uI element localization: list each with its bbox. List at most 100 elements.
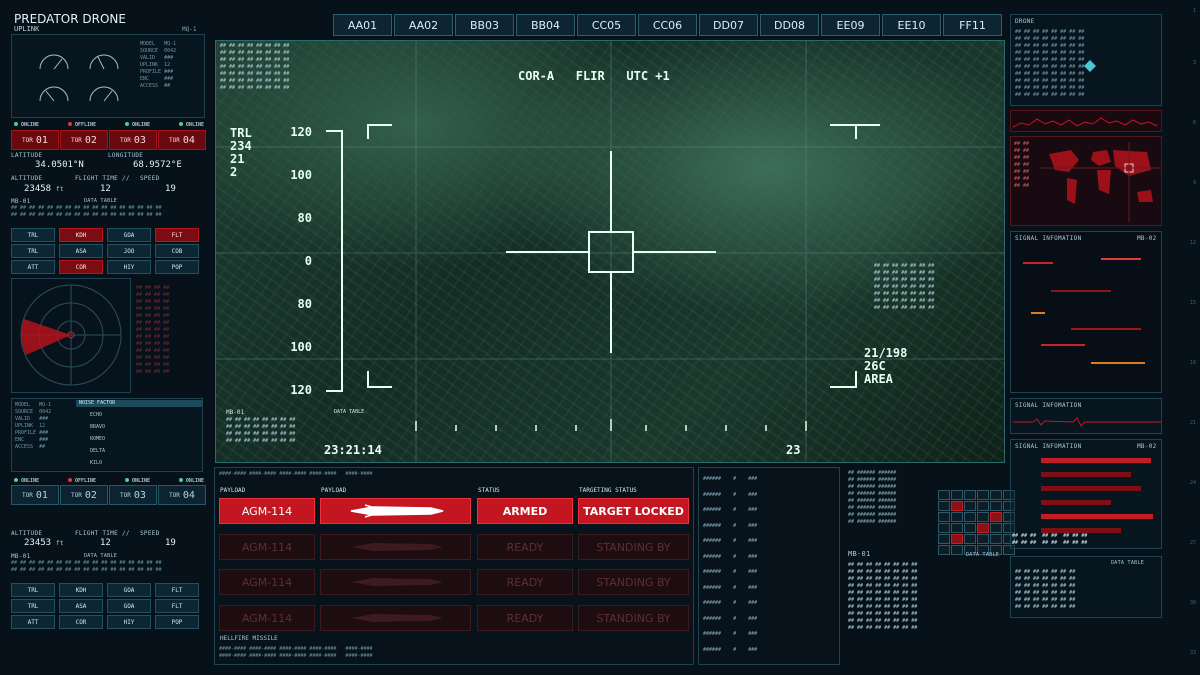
altitude-unit-2: ft — [56, 540, 64, 547]
targeting-standby-3[interactable]: STANDING BY — [578, 569, 689, 595]
status-ready-3[interactable]: READY — [477, 569, 573, 595]
code2-trl-1[interactable]: TRL — [11, 583, 55, 597]
mb-label: MB-01 — [11, 198, 31, 205]
missile-icon — [350, 614, 443, 622]
area-readout: 21/198 26C AREA — [864, 346, 908, 386]
right-code-row: ## ## ## ## ## ## ## ## ## ## ## ## ## #… — [1012, 533, 1088, 546]
tab-dd08[interactable]: DD08 — [760, 14, 819, 36]
radar-icon — [20, 284, 122, 386]
tor-03-button[interactable]: TOR 03 — [109, 130, 157, 150]
world-map-panel[interactable]: ## ## ## ## ## ## ## ## ## ## ## ## ## #… — [1010, 136, 1162, 226]
data-table-label: DATA TABLE — [84, 198, 118, 204]
code2-trl-2[interactable]: TRL — [11, 599, 55, 613]
tor-02-button-2[interactable]: TOR 02 — [60, 485, 108, 505]
tab-bb03[interactable]: BB03 — [455, 14, 514, 36]
signal-wave-icon — [1013, 417, 1161, 427]
tor-status-row: ONLINE OFFLINE ONLINE ONLINE — [14, 122, 204, 130]
tor-01-button[interactable]: TOR 01 — [11, 130, 59, 150]
tab-cc06[interactable]: CC06 — [638, 14, 697, 36]
code2-kdh[interactable]: KDH — [59, 583, 103, 597]
targeting-locked[interactable]: TARGET LOCKED — [578, 498, 689, 524]
payload-panel: ####-#### ####-#### ####-#### ####-#### … — [214, 467, 694, 665]
tor-04-button[interactable]: TOR 04 — [158, 130, 206, 150]
signal-info-label-3: SIGNAL INFOMATION — [1015, 443, 1082, 450]
payload-name-2[interactable]: AGM-114 — [219, 534, 315, 560]
payload-name-1[interactable]: AGM-114 — [219, 498, 315, 524]
signal-bar — [1023, 262, 1053, 264]
code-pop[interactable]: POP — [155, 260, 199, 274]
signal-bar — [1071, 328, 1141, 330]
left-data-table: ## ## ## ## ## ## ## ## ## ## ## ## ## #… — [11, 205, 162, 218]
tab-ee10[interactable]: EE10 — [882, 14, 941, 36]
video-mb-label: MB-01 — [226, 409, 245, 416]
tab-aa01[interactable]: AA01 — [333, 14, 392, 36]
tor-04-button-2[interactable]: TOR 04 — [158, 485, 206, 505]
code-goa[interactable]: GOA — [107, 228, 151, 242]
list-item[interactable]: DELTA — [76, 445, 136, 457]
altitude-label: ALTITUDE — [11, 175, 43, 182]
code-cor[interactable]: COR — [59, 260, 103, 274]
tab-cc05[interactable]: CC05 — [577, 14, 636, 36]
code-asa[interactable]: ASA — [59, 244, 103, 258]
targeting-standby-2[interactable]: STANDING BY — [578, 534, 689, 560]
code-joo[interactable]: JOO — [107, 244, 151, 258]
grid-side-table: ## ###### ###### ## ###### ###### ## ###… — [848, 470, 897, 525]
noise-list: ECHO BRAVO ROMEO DELTA KILO — [76, 409, 136, 469]
edge-ruler: 1 3 6 9 12 15 18 21 24 27 30 33 — [1189, 8, 1196, 656]
tab-ff11[interactable]: FF11 — [943, 14, 1002, 36]
code-att[interactable]: ATT — [11, 260, 55, 274]
code-trl-1[interactable]: TRL — [11, 228, 55, 242]
code2-flt-2[interactable]: FLT — [155, 599, 199, 613]
tab-ee09[interactable]: EE09 — [821, 14, 880, 36]
right-data-table-label: DATA TABLE — [1111, 560, 1145, 566]
latitude-label: LATITUDE — [11, 152, 43, 159]
code2-flt[interactable]: FLT — [155, 583, 199, 597]
payload-name-4[interactable]: AGM-114 — [219, 605, 315, 631]
list-item[interactable]: ROMEO — [76, 433, 136, 445]
tor-02-button[interactable]: TOR 02 — [60, 130, 108, 150]
targeting-standby-4[interactable]: STANDING BY — [578, 605, 689, 631]
waveform-panel — [1010, 110, 1162, 132]
list-item[interactable]: BRAVO — [76, 421, 136, 433]
flir-video-feed[interactable]: COR-A FLIR UTC +1 TRL 234 21 2 120 100 80 0… — [215, 40, 1005, 463]
code2-goa-2[interactable]: GOA — [107, 599, 151, 613]
code-kdh[interactable]: KDH — [59, 228, 103, 242]
missile-icon-3[interactable] — [320, 569, 471, 595]
tab-aa02[interactable]: AA02 — [394, 14, 453, 36]
code-hiy[interactable]: HIY — [107, 260, 151, 274]
missile-icon-2[interactable] — [320, 534, 471, 560]
status-armed[interactable]: ARMED — [477, 498, 573, 524]
tor-01-button-2[interactable]: TOR 01 — [11, 485, 59, 505]
code-flt[interactable]: FLT — [155, 228, 199, 242]
tab-dd07[interactable]: DD07 — [699, 14, 758, 36]
video-data-table: ## ## ## ## ## ## ## ## ## ## ## ## ## #… — [226, 417, 296, 444]
tor-03-button-2[interactable]: TOR 03 — [109, 485, 157, 505]
code2-att[interactable]: ATT — [11, 615, 55, 629]
missile-icon-4[interactable] — [320, 605, 471, 631]
missile-icon — [350, 543, 443, 551]
code2-cor[interactable]: COR — [59, 615, 103, 629]
payload-bottom-codes: ####-#### ####-#### ####-#### ####-#### … — [219, 646, 373, 659]
payload-name-3[interactable]: AGM-114 — [219, 569, 315, 595]
signal-bar — [1051, 290, 1111, 292]
list-item[interactable]: ECHO — [76, 409, 136, 421]
status-ready-4[interactable]: READY — [477, 605, 573, 631]
flight-time-value-2: 12 — [100, 538, 111, 548]
missile-icon-1[interactable] — [320, 498, 471, 524]
hud-overlay — [216, 41, 1004, 462]
drone-marker-icon — [1084, 60, 1096, 72]
payload-top-codes: ####-#### ####-#### ####-#### ####-#### … — [219, 471, 373, 477]
data-table-label-2: DATA TABLE — [84, 553, 118, 559]
tab-bb04[interactable]: BB04 — [516, 14, 575, 36]
altitude-value-2: 23453 — [24, 538, 52, 548]
code2-asa[interactable]: ASA — [59, 599, 103, 613]
code2-hiy[interactable]: HIY — [107, 615, 151, 629]
list-item[interactable]: KILO — [76, 457, 136, 469]
target-grid[interactable] — [938, 490, 1015, 555]
code2-pop[interactable]: POP — [155, 615, 199, 629]
code2-goa[interactable]: GOA — [107, 583, 151, 597]
code-trl-2[interactable]: TRL — [11, 244, 55, 258]
noise-factor-header: NOISE FACTOR — [76, 400, 202, 407]
status-ready-2[interactable]: READY — [477, 534, 573, 560]
code-cob[interactable]: COB — [155, 244, 199, 258]
